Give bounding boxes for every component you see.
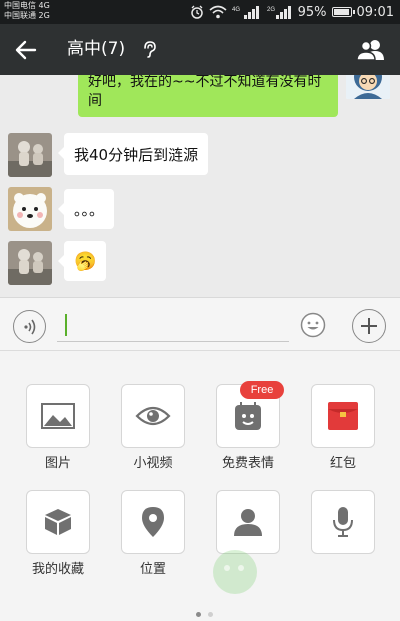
voice-icon (23, 319, 35, 334)
plus-icon (361, 318, 377, 334)
emoji-icon (300, 312, 326, 338)
status-bar: 中国电信 4G 中国联通 2G 4G 2G 95% 09:01 (0, 0, 400, 24)
group-members-button[interactable] (356, 36, 386, 64)
back-button[interactable] (12, 36, 40, 64)
carrier-info: 中国电信 4G 中国联通 2G (4, 1, 50, 21)
favorites-button[interactable] (26, 490, 90, 554)
self-avatar[interactable] (346, 75, 390, 99)
sticker-icon (235, 402, 261, 430)
network-4g-label: 4G (232, 7, 240, 13)
contact-card-icon (234, 509, 262, 536)
free-badge: Free (240, 381, 284, 399)
watermark-logo (205, 540, 395, 610)
image-icon (41, 403, 75, 429)
status-indicators: 4G 2G 95% 09:01 (190, 3, 394, 21)
voice-button[interactable] (13, 310, 46, 343)
group-members-icon (356, 40, 384, 61)
battery-icon (331, 7, 355, 17)
back-arrow-icon (15, 40, 37, 60)
favorites-icon (45, 509, 71, 535)
favorites-label: 我的收藏 (31, 562, 84, 577)
red-packet-button[interactable] (311, 384, 375, 448)
signal-4g-icon: 4G (232, 4, 262, 20)
microphone-icon (333, 507, 353, 537)
ear-icon (142, 40, 158, 62)
carrier-1: 中国电信 4G (4, 1, 50, 10)
emoji-button[interactable] (298, 310, 328, 340)
battery-fill (333, 9, 349, 15)
clock-time: 09:01 (356, 4, 394, 20)
message-bubble[interactable]: 我40分钟后到涟源 (57, 133, 209, 175)
chat-title: 高中(7) (67, 39, 126, 59)
title-bar: 高中(7) (0, 24, 400, 75)
more-functions-button[interactable] (352, 309, 386, 343)
signal-2g-icon: 2G (267, 4, 293, 20)
page-dot-active[interactable] (196, 612, 201, 617)
location-button[interactable] (121, 490, 185, 554)
image-button[interactable] (26, 384, 90, 448)
wifi-icon (209, 5, 227, 19)
alarm-clock-icon (190, 5, 204, 19)
message-input[interactable] (57, 306, 289, 342)
carrier-2: 中国联通 2G (4, 11, 50, 20)
location-icon (142, 507, 164, 537)
eye-icon (135, 406, 171, 426)
free-stickers-label: 免费表情 (221, 456, 274, 471)
self-message-bubble[interactable]: 好吧，我在的~~不过不知道有没有时间 (78, 75, 338, 117)
short-video-button[interactable] (121, 384, 185, 448)
avatar[interactable] (8, 241, 52, 285)
page-dot[interactable] (208, 612, 213, 617)
image-label: 图片 (44, 456, 71, 471)
avatar[interactable] (8, 133, 52, 177)
battery-percent: 95% (297, 4, 327, 20)
short-video-label: 小视频 (133, 456, 173, 471)
red-packet-icon (328, 402, 358, 430)
network-2g-label: 2G (267, 7, 275, 13)
input-bar (0, 297, 400, 350)
chat-area[interactable]: 好吧，我在的~~不过不知道有没有时间 我40分钟后到涟源 。。。 🥱 (0, 75, 400, 297)
message-bubble[interactable]: 。。。 (57, 189, 115, 229)
red-packet-label: 红包 (329, 456, 356, 471)
message-bubble[interactable]: 🥱 (57, 241, 107, 281)
avatar[interactable] (8, 187, 52, 231)
text-cursor (65, 314, 67, 336)
location-label: 位置 (139, 562, 166, 577)
